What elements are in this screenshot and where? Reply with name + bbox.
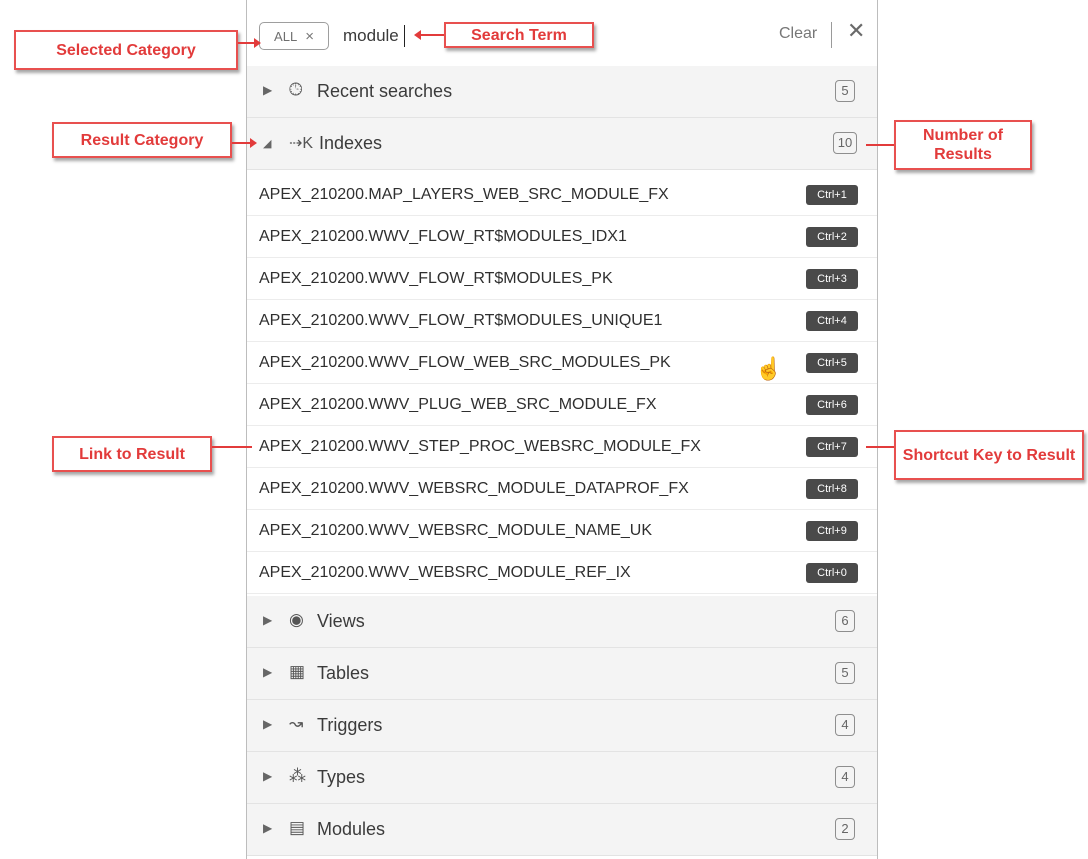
types-icon: ⁂ [289,766,306,785]
shortcut-badge: Ctrl+6 [806,395,858,415]
leader-line [232,142,252,144]
annotation-result-category: Result Category [52,122,232,158]
arrow-head-icon [250,138,257,148]
shortcut-badge: Ctrl+5 [806,353,858,373]
index-icon: ⇢K [289,135,314,152]
trigger-icon: ↝ [289,714,304,733]
result-label[interactable]: APEX_210200.WWV_WEBSRC_MODULE_NAME_UK [259,522,652,540]
clock-icon: 🕒︎ [289,80,303,99]
clear-button[interactable]: Clear [779,25,817,43]
arrow-head-icon [414,30,421,40]
result-link[interactable]: APEX_210200.WWV_WEBSRC_MODULE_DATAPROF_F… [247,468,877,510]
result-count-badge: 10 [833,132,857,154]
shortcut-badge: Ctrl+8 [806,479,858,499]
result-link[interactable]: APEX_210200.WWV_WEBSRC_MODULE_NAME_UK Ct… [247,510,877,552]
category-label: Triggers [317,715,383,735]
category-label: Modules [317,819,386,839]
category-chip-all[interactable]: ALL × [259,22,329,50]
divider [831,22,832,48]
category-tables[interactable]: ▶ ▦ Tables 5 [247,648,877,700]
category-indexes[interactable]: ◢ ⇢K Indexes 10 [247,118,877,170]
result-link[interactable]: APEX_210200.WWV_WEBSRC_MODULE_REF_IX Ctr… [247,552,877,594]
text-caret [404,25,405,47]
category-label: Types [317,767,366,787]
expand-arrow-icon[interactable]: ▶ [263,717,272,731]
result-label[interactable]: APEX_210200.WWV_STEP_PROC_WEBSRC_MODULE_… [259,438,701,456]
leader-line [866,446,894,448]
result-label[interactable]: APEX_210200.WWV_PLUG_WEB_SRC_MODULE_FX [259,396,656,414]
result-link[interactable]: APEX_210200.WWV_PLUG_WEB_SRC_MODULE_FX C… [247,384,877,426]
category-views[interactable]: ▶ ◉ Views 6 [247,596,877,648]
expand-arrow-icon[interactable]: ▶ [263,83,272,97]
result-link[interactable]: APEX_210200.WWV_FLOW_WEB_SRC_MODULES_PK … [247,342,877,384]
expand-arrow-icon[interactable]: ▶ [263,769,272,783]
category-label: Tables [317,663,370,683]
result-count-badge: 6 [835,610,855,632]
result-label[interactable]: APEX_210200.WWV_WEBSRC_MODULE_REF_IX [259,564,631,582]
annotation-selected-category: Selected Category [14,30,238,70]
close-icon[interactable]: ✕ [847,20,865,42]
leader-line [212,446,252,448]
result-count-badge: 5 [835,662,855,684]
category-label: Recent searches [317,81,453,101]
module-icon: ▤ [289,818,306,837]
category-label: Views [317,611,365,631]
shortcut-badge: Ctrl+7 [806,437,858,457]
shortcut-badge: Ctrl+0 [806,563,858,583]
annotation-search-term: Search Term [444,22,594,48]
category-triggers[interactable]: ▶ ↝ Triggers 4 [247,700,877,752]
category-chip-label: ALL [274,28,298,44]
shortcut-badge: Ctrl+1 [806,185,858,205]
result-count-badge: 5 [835,80,855,102]
shortcut-badge: Ctrl+4 [806,311,858,331]
table-icon: ▦ [289,662,306,681]
collapse-arrow-icon[interactable]: ◢ [263,137,271,150]
result-count-badge: 4 [835,714,855,736]
annotation-link-to-result: Link to Result [52,436,212,472]
category-modules[interactable]: ▶ ▤ Modules 2 [247,804,877,856]
expand-arrow-icon[interactable]: ▶ [263,665,272,679]
result-link[interactable]: APEX_210200.WWV_FLOW_RT$MODULES_IDX1 Ctr… [247,216,877,258]
result-label[interactable]: APEX_210200.WWV_WEBSRC_MODULE_DATAPROF_F… [259,480,689,498]
hand-cursor-icon: ☝ [755,356,783,381]
result-label[interactable]: APEX_210200.MAP_LAYERS_WEB_SRC_MODULE_FX [259,186,669,204]
expand-arrow-icon[interactable]: ▶ [263,613,272,627]
result-count-badge: 4 [835,766,855,788]
leader-line [420,34,444,36]
result-link[interactable]: APEX_210200.WWV_FLOW_RT$MODULES_UNIQUE1 … [247,300,877,342]
category-recent-searches[interactable]: ▶ 🕒︎ Recent searches 5 [247,66,877,118]
search-panel: ALL × Clear ✕ ▶ 🕒︎ Recent searches 5 ◢ ⇢… [246,0,878,859]
arrow-head-icon [254,38,261,48]
shortcut-badge: Ctrl+3 [806,269,858,289]
leader-line [866,144,894,146]
result-link[interactable]: APEX_210200.MAP_LAYERS_WEB_SRC_MODULE_FX… [247,174,877,216]
result-link[interactable]: APEX_210200.WWV_STEP_PROC_WEBSRC_MODULE_… [247,426,877,468]
result-label[interactable]: APEX_210200.WWV_FLOW_RT$MODULES_UNIQUE1 [259,312,662,330]
result-count-badge: 2 [835,818,855,840]
result-label[interactable]: APEX_210200.WWV_FLOW_RT$MODULES_IDX1 [259,228,627,246]
shortcut-badge: Ctrl+9 [806,521,858,541]
result-label[interactable]: APEX_210200.WWV_FLOW_WEB_SRC_MODULES_PK [259,354,671,372]
expand-arrow-icon[interactable]: ▶ [263,821,272,835]
shortcut-badge: Ctrl+2 [806,227,858,247]
result-label[interactable]: APEX_210200.WWV_FLOW_RT$MODULES_PK [259,270,613,288]
annotation-number-of-results: Number of Results [894,120,1032,170]
result-link[interactable]: APEX_210200.WWV_FLOW_RT$MODULES_PK Ctrl+… [247,258,877,300]
chip-close-icon[interactable]: × [305,29,314,44]
eye-icon: ◉ [289,610,304,629]
category-types[interactable]: ▶ ⁂ Types 4 [247,752,877,804]
annotation-shortcut-key: Shortcut Key to Result [894,430,1084,480]
category-label: Indexes [319,133,383,153]
